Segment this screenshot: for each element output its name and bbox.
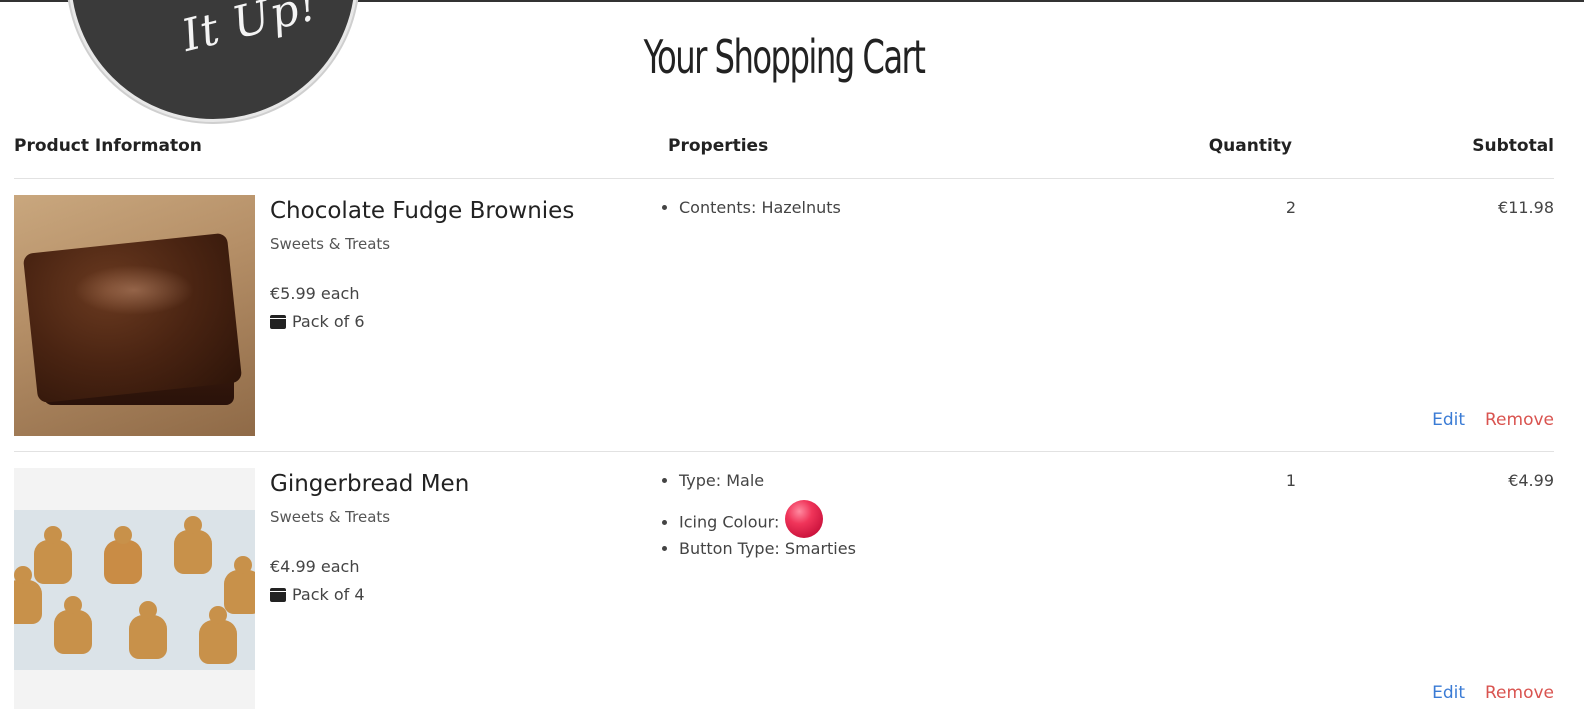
header-quantity: Quantity [1208,136,1292,156]
product-image-gingerbread[interactable] [14,468,255,709]
edit-button[interactable]: Edit [1420,683,1465,703]
product-name[interactable]: Chocolate Fudge Brownies [270,198,574,224]
icing-colour-swatch [785,500,824,538]
product-price: €5.99 each [270,284,360,303]
product-category: Sweets & Treats [270,508,391,526]
property-item: Type: Male [679,470,856,504]
property-text: Contents: Hazelnuts [679,198,841,217]
header-divider [14,178,1554,179]
quantity-value: 2 [1285,198,1296,217]
header-subtotal: Subtotal [1472,136,1554,156]
property-text: Type: Male [679,471,765,490]
property-text: Button Type: Smarties [679,539,856,558]
edit-button[interactable]: Edit [1420,410,1465,430]
quantity-value: 1 [1285,471,1296,490]
row-divider [14,451,1554,452]
product-name[interactable]: Gingerbread Men [270,471,469,497]
product-image-brownies[interactable] [14,195,255,436]
product-price: €4.99 each [270,557,360,576]
pack-label: Pack of 6 [292,312,365,331]
box-icon [270,587,286,602]
subtotal-value: €11.98 [1498,198,1554,217]
property-item: Contents: Hazelnuts [679,197,841,231]
subtotal-value: €4.99 [1508,471,1554,490]
product-pack: Pack of 6 [270,312,365,331]
pack-label: Pack of 4 [292,585,365,604]
product-pack: Pack of 4 [270,585,365,604]
page-title: Your Shopping Cart [643,30,926,84]
property-item: Icing Colour: [679,500,856,538]
product-properties: Type: Male Icing Colour: Button Type: Sm… [660,470,856,572]
box-icon [270,314,286,329]
product-category: Sweets & Treats [270,235,391,253]
remove-button[interactable]: Remove [1480,683,1554,703]
header-product-info: Product Informaton [14,136,202,156]
remove-button[interactable]: Remove [1480,410,1554,430]
property-item: Button Type: Smarties [679,538,856,572]
header-properties: Properties [668,136,769,156]
property-text: Icing Colour: [679,512,780,532]
product-properties: Contents: Hazelnuts [660,197,841,231]
